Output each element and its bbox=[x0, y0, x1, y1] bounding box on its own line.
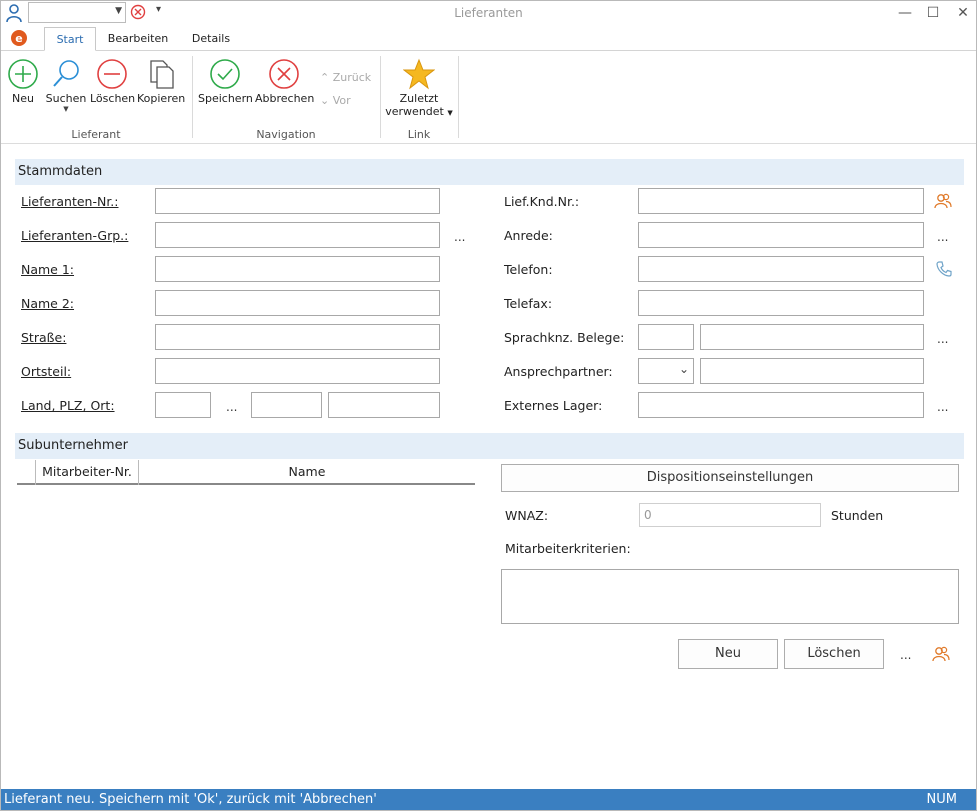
zurueck-button[interactable]: ⌃ Zurück bbox=[320, 71, 371, 84]
remove-icon bbox=[97, 59, 127, 89]
subunternehmer-ellipsis-button[interactable]: ... bbox=[900, 648, 911, 662]
label-mitarbeiterkriterien: Mitarbeiterkriterien: bbox=[505, 541, 631, 556]
phone-icon[interactable] bbox=[935, 260, 953, 281]
label-sprachknz: Sprachknz. Belege: bbox=[504, 330, 625, 345]
ansprechpartner-input[interactable] bbox=[700, 358, 924, 384]
column-header-mitarbeiter-nr[interactable]: Mitarbeiter-Nr. bbox=[36, 460, 139, 485]
subunternehmer-grid-header: Mitarbeiter-Nr. Name bbox=[17, 460, 475, 485]
anrede-input[interactable] bbox=[638, 222, 924, 248]
ort-input[interactable] bbox=[328, 392, 440, 418]
sprachknz-text-input[interactable] bbox=[700, 324, 924, 350]
status-bar: Lieferant neu. Speichern mit 'Ok', zurüc… bbox=[0, 789, 977, 811]
label-ortsteil[interactable]: Ortsteil: bbox=[21, 364, 71, 379]
section-header-stammdaten: Stammdaten bbox=[15, 159, 964, 185]
label-lief-knd-nr: Lief.Knd.Nr.: bbox=[504, 194, 580, 209]
maximize-button[interactable]: ☐ bbox=[918, 3, 948, 23]
ribbon-separator bbox=[192, 56, 193, 138]
check-icon bbox=[210, 59, 240, 89]
telefax-input[interactable] bbox=[638, 290, 924, 316]
lieferanten-grp-ellipsis-button[interactable]: ... bbox=[454, 230, 465, 244]
loeschen-button[interactable]: Löschen bbox=[90, 58, 135, 105]
svg-text:e: e bbox=[15, 32, 22, 45]
label-lieferanten-nr[interactable]: Lieferanten-Nr.: bbox=[21, 194, 119, 209]
label-telefax: Telefax: bbox=[504, 296, 553, 311]
lief-knd-nr-input[interactable] bbox=[638, 188, 924, 214]
zuletzt-verwendet-button[interactable]: Zuletzt verwendet ▼ bbox=[384, 58, 454, 118]
vor-button[interactable]: ⌄ Vor bbox=[320, 94, 351, 107]
plz-input[interactable] bbox=[251, 392, 322, 418]
section-header-subunternehmer: Subunternehmer bbox=[15, 433, 964, 459]
column-header-name[interactable]: Name bbox=[139, 460, 475, 485]
externes-lager-input[interactable] bbox=[638, 392, 924, 418]
anrede-ellipsis-button[interactable]: ... bbox=[937, 230, 948, 244]
suchen-button[interactable]: Suchen ▼ bbox=[44, 58, 88, 113]
chevron-down-icon: ▼ bbox=[447, 109, 453, 117]
contacts-icon[interactable] bbox=[934, 192, 952, 213]
wnaz-input[interactable] bbox=[639, 503, 821, 527]
telefon-input[interactable] bbox=[638, 256, 924, 282]
group-label-navigation: Navigation bbox=[256, 128, 316, 141]
sprachknz-code-input[interactable] bbox=[638, 324, 694, 350]
star-icon bbox=[403, 58, 435, 90]
label-strasse[interactable]: Straße: bbox=[21, 330, 66, 345]
label-name2[interactable]: Name 2: bbox=[21, 296, 74, 311]
strasse-input[interactable] bbox=[155, 324, 440, 350]
ortsteil-input[interactable] bbox=[155, 358, 440, 384]
label-lieferanten-grp[interactable]: Lieferanten-Grp.: bbox=[21, 228, 128, 243]
tab-bearbeiten[interactable]: Bearbeiten bbox=[102, 27, 174, 51]
label-anrede: Anrede: bbox=[504, 228, 553, 243]
status-message: Lieferant neu. Speichern mit 'Ok', zurüc… bbox=[4, 792, 377, 807]
window-title: Lieferanten bbox=[454, 6, 523, 20]
externes-lager-ellipsis-button[interactable]: ... bbox=[937, 400, 948, 414]
ribbon-divider bbox=[0, 143, 977, 144]
label-stunden: Stunden bbox=[831, 508, 884, 523]
search-icon bbox=[53, 60, 79, 87]
group-label-lieferant: Lieferant bbox=[71, 128, 121, 141]
label-wnaz: WNAZ: bbox=[505, 508, 549, 523]
add-icon bbox=[8, 59, 38, 89]
lieferanten-grp-input[interactable] bbox=[155, 222, 440, 248]
dispositionseinstellungen-button[interactable]: Dispositionseinstellungen bbox=[501, 464, 959, 492]
kopieren-button[interactable]: Kopieren bbox=[137, 58, 185, 105]
chevron-down-icon: ⌄ bbox=[320, 94, 330, 107]
app-logo-icon[interactable]: e bbox=[10, 29, 28, 50]
name1-input[interactable] bbox=[155, 256, 440, 282]
tab-details[interactable]: Details bbox=[184, 27, 238, 51]
ansprechpartner-select[interactable]: ⌄ bbox=[638, 358, 694, 384]
minimize-button[interactable]: — bbox=[890, 3, 920, 23]
label-land-plz-ort[interactable]: Land, PLZ, Ort: bbox=[21, 398, 115, 413]
tab-start[interactable]: Start bbox=[44, 27, 96, 51]
neu-subunternehmer-button[interactable]: Neu bbox=[678, 639, 778, 669]
neu-button[interactable]: Neu bbox=[6, 58, 40, 105]
chevron-down-icon: ⌄ bbox=[678, 362, 689, 376]
mitarbeiterkriterien-textarea[interactable] bbox=[501, 569, 959, 624]
ribbon-separator bbox=[380, 56, 381, 138]
land-ellipsis-button[interactable]: ... bbox=[226, 400, 237, 414]
name2-input[interactable] bbox=[155, 290, 440, 316]
sprachknz-ellipsis-button[interactable]: ... bbox=[937, 332, 948, 346]
lieferanten-nr-input[interactable] bbox=[155, 188, 440, 214]
grid-row-indicator-header bbox=[17, 460, 36, 485]
contacts-icon[interactable] bbox=[932, 645, 950, 666]
loeschen-subunternehmer-button[interactable]: Löschen bbox=[784, 639, 884, 669]
group-label-link: Link bbox=[407, 128, 431, 141]
num-lock-indicator: NUM bbox=[926, 792, 957, 807]
chevron-up-icon: ⌃ bbox=[320, 71, 330, 84]
label-name1[interactable]: Name 1: bbox=[21, 262, 74, 277]
label-ansprechpartner: Ansprechpartner: bbox=[504, 364, 613, 379]
cancel-icon bbox=[269, 59, 299, 89]
speichern-button[interactable]: Speichern bbox=[198, 58, 253, 105]
copy-icon bbox=[150, 60, 174, 89]
ribbon-separator bbox=[458, 56, 459, 138]
label-telefon: Telefon: bbox=[504, 262, 553, 277]
tab-divider bbox=[0, 50, 977, 51]
abbrechen-button[interactable]: Abbrechen bbox=[255, 58, 314, 105]
land-input[interactable] bbox=[155, 392, 211, 418]
close-button[interactable]: ✕ bbox=[948, 3, 977, 23]
label-externes-lager: Externes Lager: bbox=[504, 398, 603, 413]
chevron-down-icon: ▼ bbox=[63, 105, 69, 113]
